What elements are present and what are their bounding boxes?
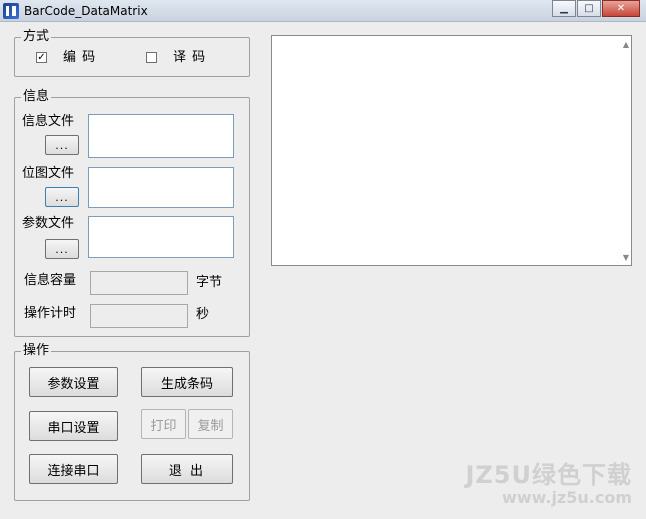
generate-barcode-button[interactable]: 生成条码 bbox=[141, 367, 233, 397]
print-button[interactable]: 打印 bbox=[141, 409, 186, 439]
timer-label: 操作计时 bbox=[24, 306, 77, 321]
timer-field bbox=[90, 304, 188, 328]
decode-checkbox[interactable] bbox=[146, 52, 157, 63]
connect-serial-button[interactable]: 连接串口 bbox=[29, 454, 118, 484]
operation-group-title: 操作 bbox=[21, 342, 52, 360]
output-textarea[interactable]: ▲ ▼ bbox=[271, 35, 632, 266]
maximize-button[interactable]: □ bbox=[577, 0, 601, 17]
mode-group-title: 方式 bbox=[21, 28, 52, 46]
capacity-label: 信息容量 bbox=[24, 273, 77, 288]
param-file-label: 参数文件 bbox=[22, 216, 75, 231]
param-settings-button[interactable]: 参数设置 bbox=[29, 367, 118, 397]
info-file-label: 信息文件 bbox=[22, 114, 75, 129]
mode-group: 方式 ✓ 编 码 译 码 bbox=[14, 28, 250, 77]
bitmap-file-field[interactable] bbox=[88, 167, 234, 208]
scroll-up-arrow-icon[interactable]: ▲ bbox=[623, 40, 629, 49]
watermark: JZ5U绿色下载 www.jz5u.com bbox=[465, 461, 632, 507]
info-group-title: 信息 bbox=[21, 88, 52, 106]
watermark-line2: www.jz5u.com bbox=[502, 488, 632, 507]
minimize-button[interactable]: ▁ bbox=[552, 0, 576, 17]
info-group: 信息 信息文件 ... 位图文件 ... 参数文件 ... 信息容量 字节 操作… bbox=[14, 88, 250, 337]
title-bar[interactable]: BarCode_DataMatrix ▁ □ ✕ bbox=[0, 0, 646, 22]
scroll-down-arrow-icon[interactable]: ▼ bbox=[623, 253, 629, 262]
capacity-unit: 字节 bbox=[196, 275, 223, 290]
param-file-field[interactable] bbox=[88, 216, 234, 258]
capacity-field bbox=[90, 271, 188, 295]
copy-button[interactable]: 复制 bbox=[188, 409, 233, 439]
bitmap-file-browse-button[interactable]: ... bbox=[45, 187, 79, 207]
encode-label: 编 码 bbox=[63, 50, 97, 65]
timer-unit: 秒 bbox=[196, 307, 210, 322]
window-title: BarCode_DataMatrix bbox=[24, 4, 148, 18]
info-file-field[interactable] bbox=[88, 114, 234, 158]
exit-button[interactable]: 退 出 bbox=[141, 454, 233, 484]
decode-label: 译 码 bbox=[173, 50, 207, 65]
info-file-browse-button[interactable]: ... bbox=[45, 135, 79, 155]
encode-checkbox[interactable]: ✓ bbox=[36, 52, 47, 63]
window-controls: ▁ □ ✕ bbox=[552, 0, 640, 17]
watermark-line1: JZ5U绿色下载 bbox=[465, 461, 632, 489]
param-file-browse-button[interactable]: ... bbox=[45, 239, 79, 259]
bitmap-file-label: 位图文件 bbox=[22, 166, 75, 181]
serial-settings-button[interactable]: 串口设置 bbox=[29, 411, 118, 441]
app-barcode-icon bbox=[3, 3, 19, 19]
close-button[interactable]: ✕ bbox=[602, 0, 640, 17]
operation-group: 操作 参数设置 生成条码 串口设置 打印 复制 连接串口 退 出 bbox=[14, 342, 250, 501]
